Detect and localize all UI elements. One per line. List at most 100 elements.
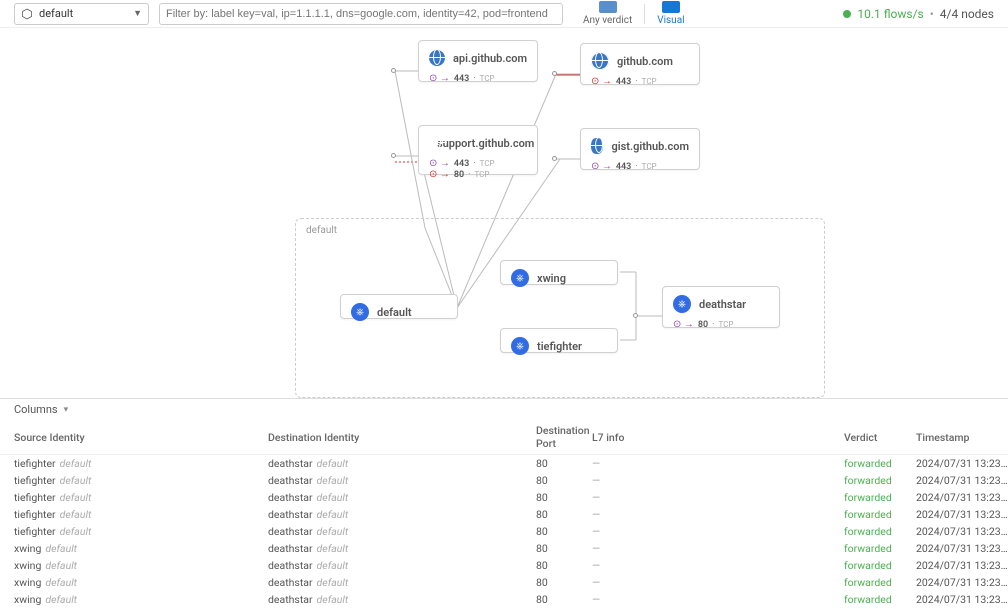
cell-l7: — <box>578 472 830 489</box>
cell-verdict: forwarded <box>830 591 902 608</box>
cell-timestamp: 2024/07/31 13:23:38 (… <box>902 455 1008 472</box>
node-port: 443 <box>454 74 469 84</box>
arrow-icon: ⊙ → <box>591 76 612 87</box>
cell-source: tiefighterdefault <box>0 523 254 540</box>
filter-input[interactable] <box>159 3 563 25</box>
node-count: 4/4 nodes <box>940 7 994 21</box>
node-xwing[interactable]: ⎈ xwing <box>500 260 618 285</box>
cell-destination: deathstardefault <box>254 591 522 608</box>
view-any-verdict[interactable]: Any verdict <box>583 1 632 26</box>
table-row[interactable]: xwingdefaultdeathstardefault80—forwarded… <box>0 574 1008 591</box>
group-label: default <box>306 225 337 236</box>
topbar: default ▼ Any verdict Visual 10.1 flows/… <box>0 0 1008 28</box>
cell-l7: — <box>578 506 830 523</box>
cell-l7: — <box>578 557 830 574</box>
node-proto: TCP <box>475 170 490 179</box>
connection-point <box>552 71 557 76</box>
cell-timestamp: 2024/07/31 13:23:38 (… <box>902 591 1008 608</box>
cell-source: tiefighterdefault <box>0 489 254 506</box>
flows-table-body[interactable]: tiefighterdefaultdeathstardefault80—forw… <box>0 455 1008 609</box>
kubernetes-icon: ⎈ <box>511 337 529 355</box>
connection-point <box>391 68 396 73</box>
node-header: gist.github.com <box>591 137 689 155</box>
node-api-github[interactable]: api.github.com ⊙ → 443 · TCP <box>418 40 538 82</box>
cell-l7: — <box>578 591 830 608</box>
graph-area[interactable]: api.github.com ⊙ → 443 · TCP github.com … <box>0 28 1008 398</box>
table-row[interactable]: tiefighterdefaultdeathstardefault80—forw… <box>0 489 1008 506</box>
node-default[interactable]: ⎈ default <box>340 294 458 319</box>
node-port: 443 <box>616 77 631 87</box>
node-tiefighter[interactable]: ⎈ tiefighter <box>500 328 618 353</box>
cell-verdict: forwarded <box>830 540 902 557</box>
any-verdict-icon <box>599 1 617 13</box>
th-timestamp[interactable]: Timestamp <box>902 420 1008 455</box>
cell-destination: deathstardefault <box>254 540 522 557</box>
th-destination[interactable]: Destination Identity <box>254 420 522 455</box>
node-port: 443 <box>454 159 469 169</box>
cell-destination: deathstardefault <box>254 574 522 591</box>
view-visual-label: Visual <box>657 15 684 26</box>
cell-timestamp: 2024/07/31 13:23:38 (… <box>902 506 1008 523</box>
namespace-select[interactable]: default ▼ <box>14 3 149 25</box>
node-gist-github[interactable]: gist.github.com ⊙ → 443 · TCP <box>580 128 700 170</box>
columns-toggle[interactable]: Columns ▾ <box>0 399 1008 420</box>
node-github[interactable]: github.com ⊙ → 443 · TCP <box>580 43 700 85</box>
arrow-icon: ⊙ → <box>429 169 450 180</box>
namespace-text: default <box>39 7 127 20</box>
cell-destination: deathstardefault <box>254 523 522 540</box>
arrow-icon: ⊙ → <box>429 158 450 169</box>
node-proto: TCP <box>642 77 657 86</box>
stats-separator: • <box>930 7 934 21</box>
table-row[interactable]: tiefighterdefaultdeathstardefault80—forw… <box>0 523 1008 540</box>
th-source[interactable]: Source Identity <box>0 420 254 455</box>
cell-source: xwingdefault <box>0 557 254 574</box>
node-support-github[interactable]: support.github.com ⊙ → 443 · TCP ⊙ → 80 … <box>418 125 538 175</box>
arrow-icon: ⊙ → <box>673 319 694 330</box>
view-visual[interactable]: Visual <box>657 1 684 26</box>
cell-verdict: forwarded <box>830 455 902 472</box>
cell-destination: deathstardefault <box>254 557 522 574</box>
connection-point <box>552 156 557 161</box>
node-port: 80 <box>454 170 464 180</box>
table-row[interactable]: tiefighterdefaultdeathstardefault80—forw… <box>0 455 1008 472</box>
cell-port: 80 <box>522 540 578 557</box>
node-title: xwing <box>537 272 566 285</box>
globe-icon <box>591 52 609 70</box>
table-row[interactable]: tiefighterdefaultdeathstardefault80—forw… <box>0 472 1008 489</box>
node-port-row: ⊙ → 80 · TCP <box>673 319 769 330</box>
cell-verdict: forwarded <box>830 472 902 489</box>
cell-source: tiefighterdefault <box>0 472 254 489</box>
th-verdict[interactable]: Verdict <box>830 420 902 455</box>
node-port: 443 <box>616 162 631 172</box>
status-dot-icon <box>843 10 851 18</box>
cell-source: tiefighterdefault <box>0 506 254 523</box>
table-row[interactable]: xwingdefaultdeathstardefault80—forwarded… <box>0 557 1008 574</box>
node-header: ⎈ default <box>351 303 447 321</box>
cell-source: tiefighterdefault <box>0 455 254 472</box>
chevron-down-icon: ▾ <box>64 405 69 415</box>
cell-port: 80 <box>522 523 578 540</box>
cell-timestamp: 2024/07/31 13:23:38 (… <box>902 523 1008 540</box>
node-title: tiefighter <box>537 340 582 353</box>
cell-timestamp: 2024/07/31 13:23:38 (… <box>902 557 1008 574</box>
table-row[interactable]: tiefighterdefaultdeathstardefault80—forw… <box>0 506 1008 523</box>
cell-source: xwingdefault <box>0 540 254 557</box>
node-deathstar[interactable]: ⎈ deathstar ⊙ → 80 · TCP <box>662 286 780 328</box>
cell-destination: deathstardefault <box>254 506 522 523</box>
cell-port: 80 <box>522 591 578 608</box>
divider <box>644 4 645 24</box>
node-port-row: ⊙ → 443 · TCP <box>429 73 527 84</box>
node-proto: TCP <box>480 159 495 168</box>
node-header: github.com <box>591 52 689 70</box>
cell-port: 80 <box>522 489 578 506</box>
flows-panel: Columns ▾ Source Identity Destination Id… <box>0 398 1008 609</box>
globe-icon <box>429 49 445 67</box>
node-proto: TCP <box>719 320 734 329</box>
kubernetes-icon: ⎈ <box>673 295 691 313</box>
th-port[interactable]: Destination Port <box>522 420 578 455</box>
table-row[interactable]: xwingdefaultdeathstardefault80—forwarded… <box>0 591 1008 608</box>
cell-port: 80 <box>522 574 578 591</box>
th-l7[interactable]: L7 info <box>578 420 830 455</box>
table-row[interactable]: xwingdefaultdeathstardefault80—forwarded… <box>0 540 1008 557</box>
node-title: github.com <box>617 55 673 68</box>
